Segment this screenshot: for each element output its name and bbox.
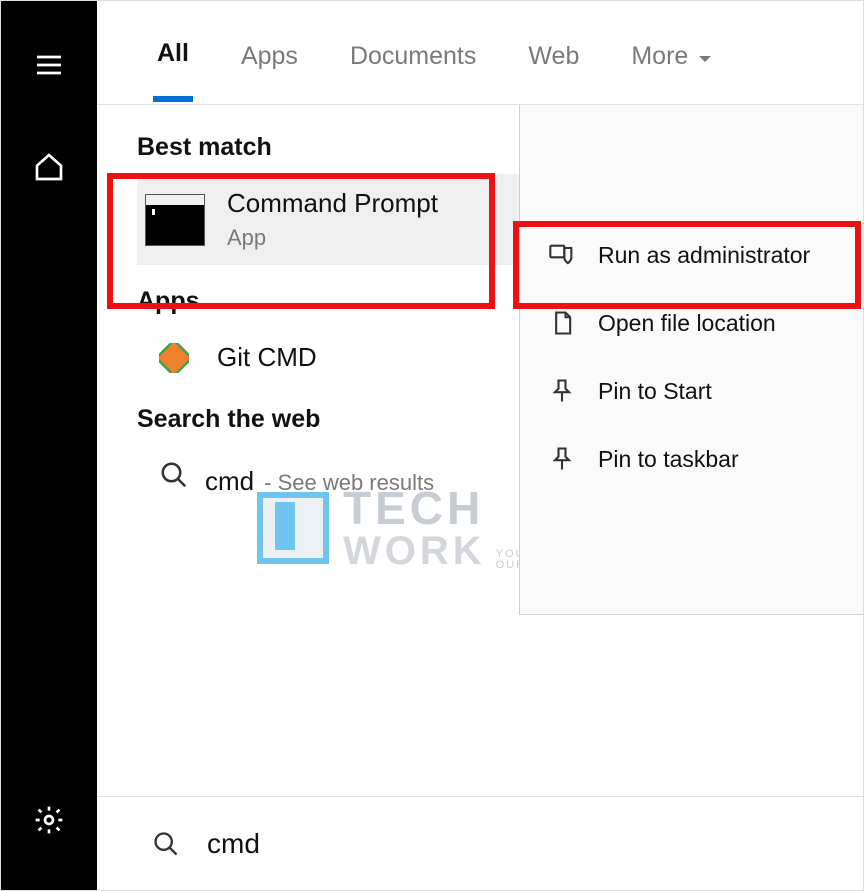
file-icon	[548, 309, 576, 337]
git-icon	[159, 343, 189, 373]
search-icon	[159, 460, 189, 490]
ctx-pin-to-start[interactable]: Pin to Start	[520, 357, 863, 425]
tab-web[interactable]: Web	[524, 30, 583, 99]
tab-apps[interactable]: Apps	[237, 30, 302, 99]
gear-icon	[33, 804, 65, 836]
search-input[interactable]: cmd	[207, 828, 260, 860]
ctx-run-as-admin[interactable]: Run as administrator	[520, 221, 863, 289]
web-hint: - See web results	[264, 470, 434, 496]
tab-documents[interactable]: Documents	[346, 30, 480, 99]
result-title: Git CMD	[217, 342, 317, 373]
ctx-label: Run as administrator	[598, 242, 810, 269]
filter-tabs: All Apps Documents Web More	[97, 1, 863, 105]
search-panel: All Apps Documents Web More Best match C…	[97, 1, 863, 890]
hamburger-icon	[33, 49, 65, 81]
home-button[interactable]	[25, 143, 73, 191]
web-term: cmd	[205, 466, 254, 497]
tab-all[interactable]: All	[153, 27, 193, 102]
ctx-pin-to-taskbar[interactable]: Pin to taskbar	[520, 425, 863, 493]
result-command-prompt[interactable]: Command Prompt App	[137, 174, 529, 265]
result-git-cmd[interactable]: Git CMD	[137, 328, 517, 387]
pin-icon	[548, 377, 576, 405]
search-icon	[151, 829, 181, 859]
search-bar[interactable]: cmd	[97, 796, 863, 890]
context-menu: Run as administrator Open file location …	[519, 105, 863, 615]
hamburger-button[interactable]	[25, 41, 73, 89]
start-sidebar	[1, 1, 97, 890]
ctx-label: Open file location	[598, 310, 776, 337]
chevron-down-icon	[696, 50, 714, 68]
ctx-label: Pin to Start	[598, 378, 712, 405]
home-icon	[33, 151, 65, 183]
tab-more-label: More	[631, 42, 688, 71]
ctx-open-file-location[interactable]: Open file location	[520, 289, 863, 357]
result-subtitle: App	[227, 225, 438, 251]
command-prompt-icon	[145, 194, 205, 246]
settings-button[interactable]	[25, 796, 73, 844]
ctx-label: Pin to taskbar	[598, 446, 739, 473]
pin-icon	[548, 445, 576, 473]
tab-more[interactable]: More	[627, 30, 718, 99]
result-title: Command Prompt	[227, 188, 438, 219]
shield-icon	[548, 241, 576, 269]
